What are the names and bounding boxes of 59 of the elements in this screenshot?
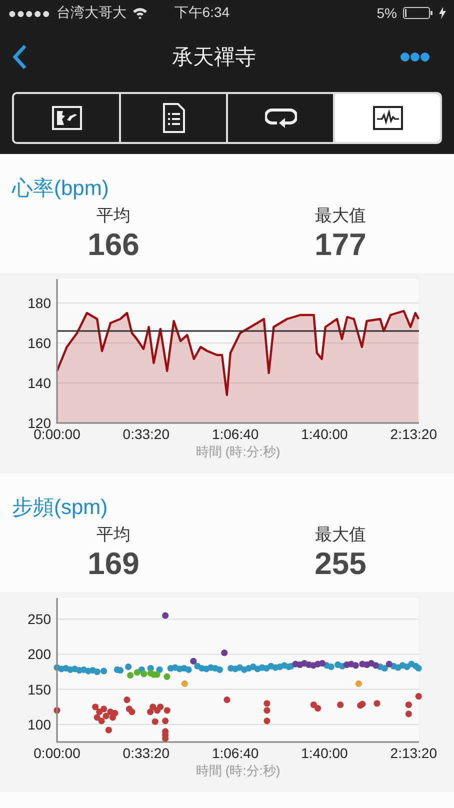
tick-label: 150 <box>28 681 51 698</box>
tick-label: 200 <box>28 646 51 662</box>
clock: 下午6:34 <box>174 4 230 22</box>
pulse-chart-icon <box>372 106 402 130</box>
data-point <box>105 726 112 734</box>
data-point <box>54 707 60 714</box>
stat-label: 平均 <box>96 205 130 227</box>
tick-label: 160 <box>28 335 51 351</box>
data-point <box>152 718 158 725</box>
axis-title: 時間 (時:分:秒) <box>196 444 280 459</box>
data-point <box>374 700 380 707</box>
screen-title: 承天禪寺 <box>172 45 256 71</box>
wifi-icon <box>132 7 148 19</box>
data-point <box>405 701 412 708</box>
stat-value: 169 <box>88 546 140 582</box>
document-icon <box>162 103 184 133</box>
tick-label: 0:00:00 <box>34 745 80 761</box>
data-point <box>124 696 130 704</box>
tick-label: 100 <box>28 716 51 732</box>
tick-label: 2:13:20 <box>390 426 437 442</box>
tick-label: 1:06:40 <box>212 426 259 442</box>
battery-percent: 5% <box>376 5 397 21</box>
stat-label: 平均 <box>96 524 130 546</box>
data-point <box>264 718 270 724</box>
tick-label: 140 <box>28 375 51 391</box>
back-icon[interactable] <box>12 44 28 70</box>
stat-value: 166 <box>88 227 140 263</box>
battery-icon <box>403 7 433 19</box>
data-point <box>181 680 188 687</box>
stat-value: 177 <box>314 227 366 263</box>
signal-strength: ●●●●● <box>8 5 50 21</box>
data-point <box>224 696 230 704</box>
tick-label: 1:40:00 <box>301 745 348 761</box>
data-point <box>162 718 169 724</box>
section-title: 心率(bpm) <box>10 176 110 202</box>
stat-value: 255 <box>314 546 366 582</box>
tick-label: 0:33:20 <box>122 426 170 442</box>
axis-title: 時間 (時:分:秒) <box>196 763 280 778</box>
data-point <box>415 693 422 700</box>
data-point <box>405 710 412 718</box>
more-icon[interactable] <box>400 52 430 62</box>
stat-label: 最大值 <box>315 524 366 546</box>
tick-label: 1:06:40 <box>212 745 259 761</box>
data-point <box>221 650 228 656</box>
map-icon <box>52 106 82 130</box>
carrier-name: 台湾大哥大 <box>56 4 126 22</box>
stat-label: 最大值 <box>315 205 366 227</box>
tick-label: 250 <box>28 611 51 628</box>
tick-label: 1:40:00 <box>301 426 348 442</box>
charging-icon <box>439 7 446 19</box>
tick-label: 2:13:20 <box>390 745 437 761</box>
tick-label: 0:33:20 <box>122 745 170 761</box>
tick-label: 180 <box>28 295 51 311</box>
section-title: 步頻(spm) <box>11 495 109 521</box>
loop-arrow-icon <box>264 107 296 129</box>
data-point <box>162 612 169 619</box>
data-point <box>337 701 344 708</box>
view-tab[interactable] <box>333 94 440 142</box>
data-point <box>355 680 362 687</box>
